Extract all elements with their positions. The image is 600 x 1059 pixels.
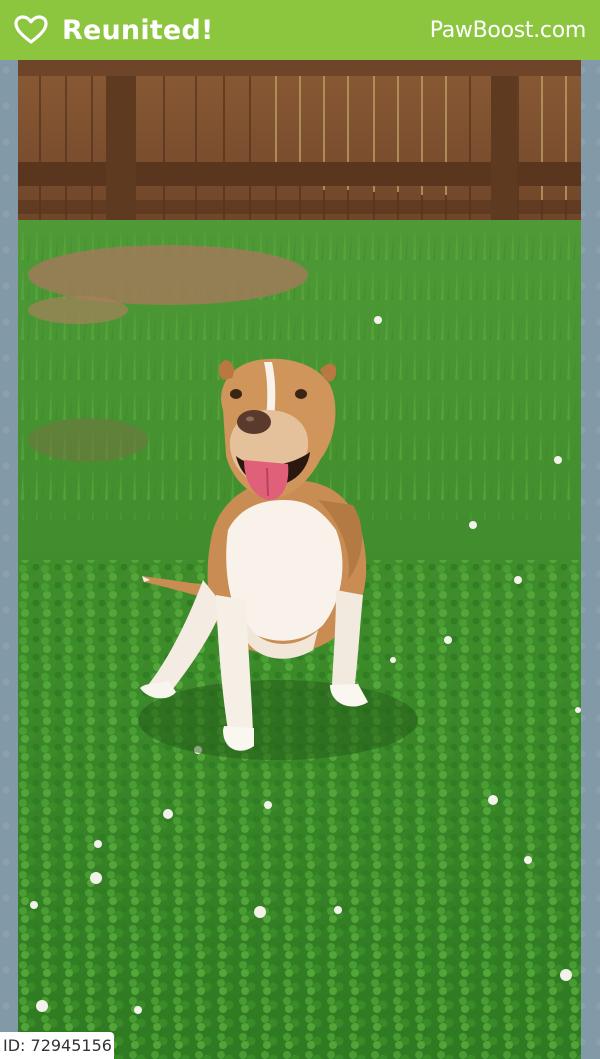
listing-id-badge: ID: 72945156 [0, 1032, 114, 1059]
reunited-status-label: Reunited! [62, 14, 214, 46]
dog-photo-illustration [18, 60, 581, 1059]
header-bar: Reunited! PawBoost.com [0, 0, 600, 60]
dog-photo [18, 60, 581, 1059]
brand-logo-text[interactable]: PawBoost.com [430, 18, 587, 43]
status-group: Reunited! [14, 15, 213, 46]
heart-icon [14, 15, 48, 44]
